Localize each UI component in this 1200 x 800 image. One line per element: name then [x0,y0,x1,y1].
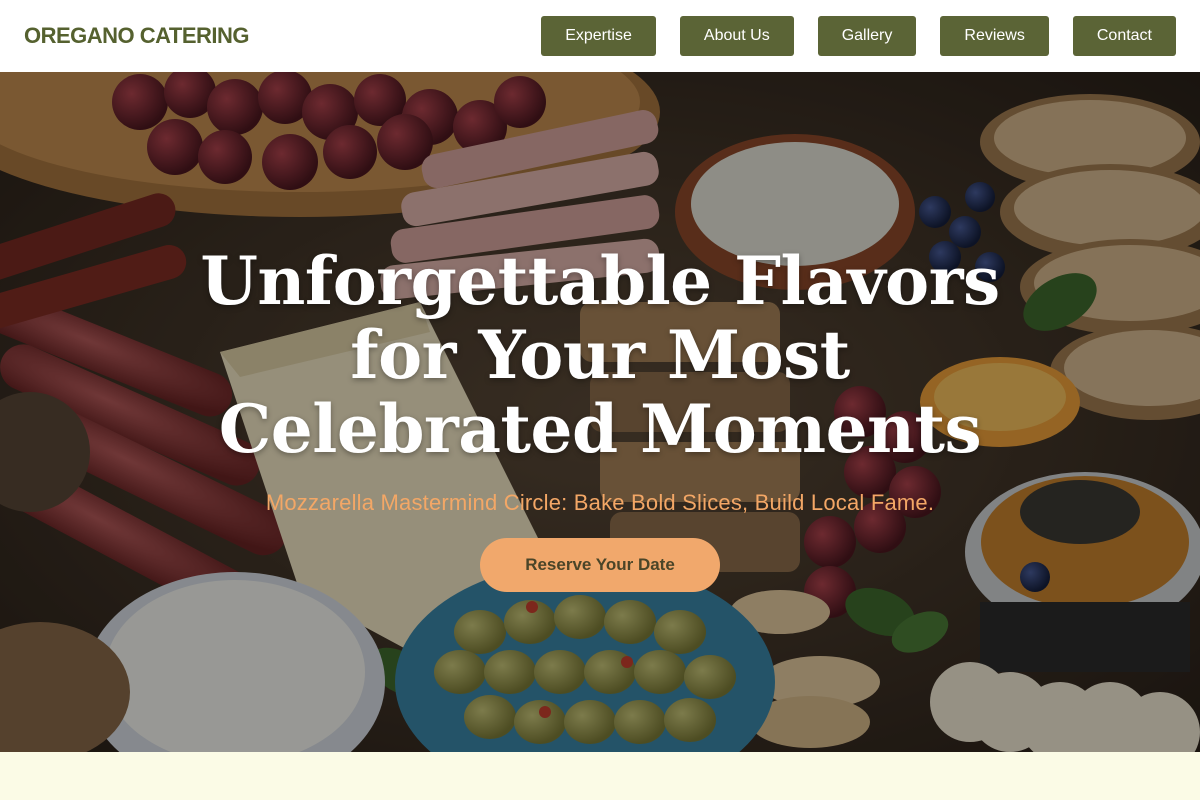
nav-about-us-button[interactable]: About Us [679,16,794,56]
nav-gallery-button[interactable]: Gallery [817,16,917,56]
next-section [0,752,1200,800]
hero-section: Unforgettable Flavors for Your Most Cele… [0,72,1200,752]
brand-logo[interactable]: OREGANO CATERING [24,23,250,49]
nav-reviews-button[interactable]: Reviews [940,16,1049,56]
nav-expertise-button[interactable]: Expertise [541,16,656,56]
hero-content: Unforgettable Flavors for Your Most Cele… [0,244,1200,592]
main-nav: Expertise About Us Gallery Reviews Conta… [517,16,1176,56]
nav-contact-button[interactable]: Contact [1072,16,1176,56]
site-header: OREGANO CATERING Expertise About Us Gall… [0,0,1200,72]
hero-title: Unforgettable Flavors for Your Most Cele… [200,242,1000,468]
hero-subtitle: Mozzarella Mastermind Circle: Bake Bold … [265,490,935,515]
reserve-date-button[interactable]: Reserve Your Date [480,538,720,592]
